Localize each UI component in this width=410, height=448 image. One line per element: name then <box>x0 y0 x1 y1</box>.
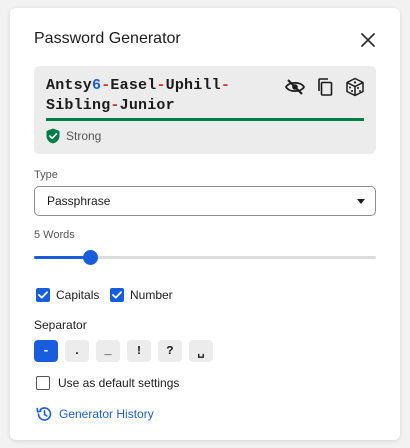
strength-label: Strong <box>66 129 102 143</box>
capitals-checkbox[interactable] <box>36 288 50 302</box>
separator-button[interactable]: ? <box>158 340 182 362</box>
default-settings-option[interactable]: Use as default settings <box>36 376 179 390</box>
close-icon <box>361 33 375 47</box>
password-display: Antsy6-Easel-Uphill- Sibling-Junior Stro… <box>34 66 376 154</box>
generator-panel: Password Generator Antsy6-Easel-Uphill- S… <box>10 8 400 440</box>
password-part-word: Antsy <box>46 77 93 94</box>
shield-check-icon <box>46 128 60 144</box>
checkmark-icon <box>112 291 122 299</box>
capitals-option[interactable]: Capitals <box>36 288 99 302</box>
slider-fill <box>34 256 91 259</box>
password-part-word: Junior <box>119 97 175 114</box>
copy-icon <box>318 78 333 96</box>
generator-history-link[interactable]: Generator History <box>36 406 154 422</box>
separator-button[interactable]: ! <box>127 340 151 362</box>
copy-password-button[interactable] <box>314 76 336 98</box>
eye-off-icon <box>285 79 305 95</box>
generator-history-label: Generator History <box>59 407 154 421</box>
separator-button[interactable]: - <box>34 340 58 362</box>
number-option[interactable]: Number <box>110 288 173 302</box>
separator-options: -. _!? ␣ <box>34 340 213 362</box>
regenerate-button[interactable] <box>344 76 366 98</box>
separator-button[interactable]: _ <box>96 340 120 362</box>
password-part-word: Easel <box>110 77 157 94</box>
separator-button[interactable]: . <box>65 340 89 362</box>
number-label: Number <box>130 288 173 302</box>
close-button[interactable] <box>358 30 378 50</box>
password-part-sep: - <box>110 97 120 114</box>
password-part-word: Sibling <box>46 97 111 114</box>
capitals-label: Capitals <box>56 288 100 302</box>
strength-meter <box>46 118 364 121</box>
toggle-visibility-button[interactable] <box>284 76 306 98</box>
number-checkbox[interactable] <box>110 288 124 302</box>
password-part-sep: - <box>156 77 166 94</box>
type-select[interactable]: Passphrase <box>34 186 376 216</box>
type-label: Type <box>34 169 58 181</box>
password-part-sep: - <box>220 77 231 94</box>
panel-title: Password Generator <box>34 30 181 47</box>
strength-indicator: Strong <box>46 128 101 144</box>
generated-password: Antsy6-Easel-Uphill- Sibling-Junior <box>46 76 286 116</box>
type-value: Passphrase <box>47 194 111 208</box>
word-count-slider[interactable] <box>34 250 376 265</box>
history-icon <box>36 407 52 421</box>
password-part-word: Uphill <box>165 77 221 94</box>
words-label: 5 Words <box>34 229 75 241</box>
separator-button[interactable]: ␣ <box>189 340 213 362</box>
dice-icon <box>346 77 364 97</box>
password-part-num: 6 <box>92 77 102 94</box>
checkmark-icon <box>38 291 48 299</box>
chevron-down-icon <box>357 199 365 204</box>
slider-thumb[interactable] <box>83 250 99 265</box>
separator-label: Separator <box>34 318 87 332</box>
default-settings-label: Use as default settings <box>58 376 180 390</box>
default-settings-checkbox[interactable] <box>36 376 50 390</box>
